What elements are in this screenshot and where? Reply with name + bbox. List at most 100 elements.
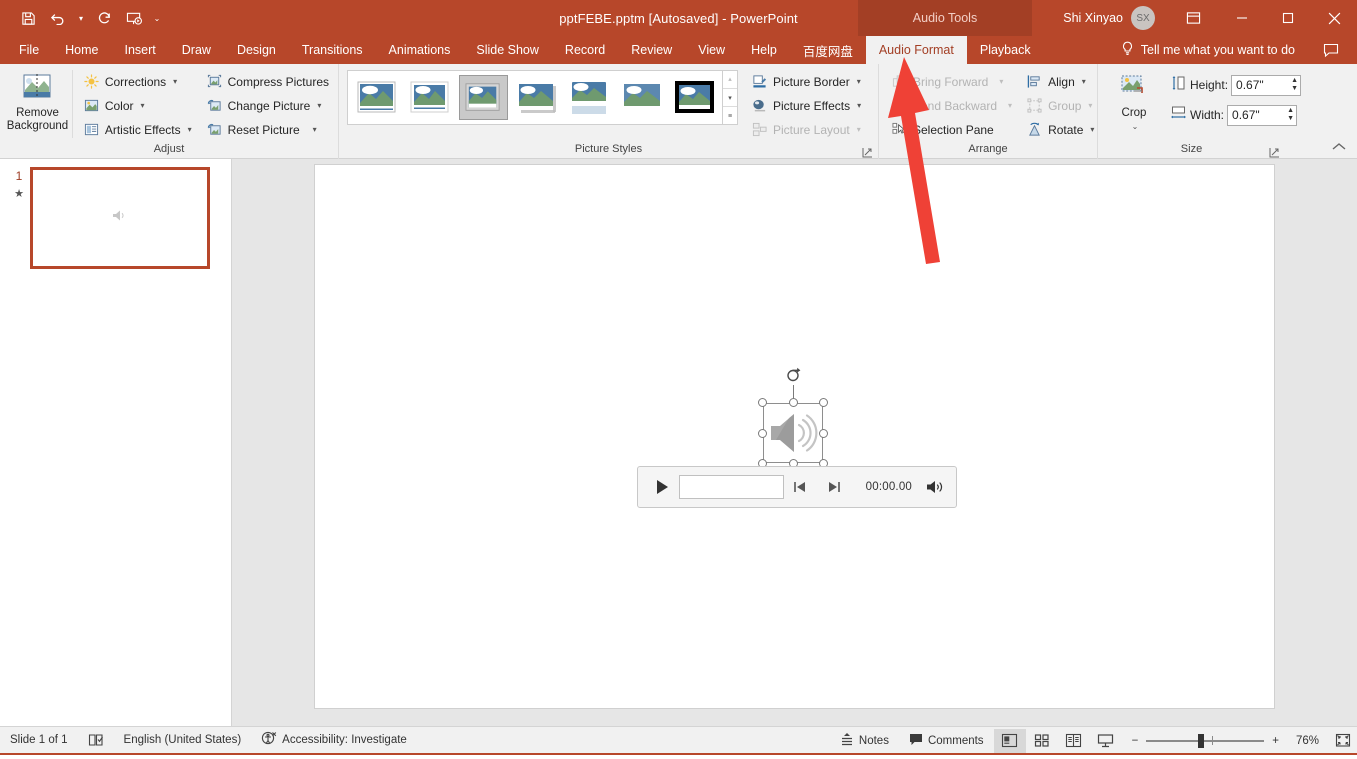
tab-file[interactable]: File [6, 36, 52, 64]
tab-animations[interactable]: Animations [376, 36, 464, 64]
resize-handle-nw[interactable] [758, 398, 767, 407]
crop-button[interactable]: Crop ⌄ [1108, 68, 1160, 133]
tab-home[interactable]: Home [52, 36, 111, 64]
resize-handle-w[interactable] [758, 428, 767, 438]
size-dialog-launcher[interactable] [1269, 145, 1281, 158]
resize-handle-e[interactable] [819, 428, 828, 438]
artistic-effects-button[interactable]: Artistic Effects ▾ [79, 118, 196, 141]
chevron-down-icon[interactable]: ▾ [1082, 77, 1086, 86]
picture-style-thumb[interactable] [618, 75, 667, 120]
picture-border-button[interactable]: Picture Border ▾ [747, 70, 865, 93]
audio-object[interactable] [758, 367, 828, 468]
collapse-ribbon-icon[interactable] [1331, 141, 1347, 155]
accessibility-status[interactable]: Accessibility: Investigate [251, 727, 417, 754]
chevron-down-icon[interactable]: ⌄ [1132, 120, 1139, 133]
chevron-down-icon[interactable]: ▾ [313, 125, 317, 134]
customize-qat-icon[interactable]: ⌄ [150, 5, 164, 31]
picture-style-thumb[interactable] [512, 75, 561, 120]
spell-check-icon[interactable] [78, 727, 114, 754]
move-forward-button[interactable] [817, 481, 850, 493]
picture-style-thumb[interactable] [459, 75, 508, 120]
normal-view-button[interactable] [993, 728, 1026, 753]
align-button[interactable]: Align ▾ [1022, 70, 1098, 93]
volume-button[interactable] [926, 479, 946, 495]
tab-help[interactable]: Help [738, 36, 790, 64]
height-input[interactable]: 0.67" ▲ ▼ [1231, 74, 1302, 96]
gallery-more-icon[interactable]: ≡ [723, 107, 737, 125]
move-back-button[interactable] [784, 481, 817, 493]
tab-baidu-netdisk[interactable]: 百度网盘 [790, 36, 866, 64]
undo-dropdown-icon[interactable]: ▾ [74, 5, 88, 31]
zoom-out-button[interactable]: − [1132, 735, 1139, 747]
slide-status[interactable]: Slide 1 of 1 [0, 727, 78, 754]
tab-review[interactable]: Review [618, 36, 685, 64]
tab-record[interactable]: Record [552, 36, 618, 64]
color-button[interactable]: Color ▾ [79, 94, 196, 117]
notes-button[interactable]: Notes [830, 727, 899, 754]
chevron-down-icon[interactable]: ▾ [857, 77, 861, 86]
zoom-control[interactable]: − + 76% [1122, 733, 1329, 748]
maximize-button[interactable] [1265, 0, 1311, 36]
resize-handle-n[interactable] [788, 398, 798, 407]
rotate-handle-icon[interactable] [785, 367, 803, 385]
gallery-scroll-up-icon[interactable]: ▴ [723, 70, 737, 89]
picture-effects-button[interactable]: Picture Effects ▾ [747, 94, 865, 117]
tab-design[interactable]: Design [224, 36, 289, 64]
picture-style-thumb[interactable] [406, 75, 455, 120]
change-picture-button[interactable]: Change Picture ▾ [202, 94, 333, 117]
height-stepper[interactable]: ▲ ▼ [1291, 76, 1298, 95]
reset-picture-button[interactable]: Reset Picture ▾ [202, 118, 333, 141]
slide-thumbnail[interactable] [30, 167, 210, 269]
tab-insert[interactable]: Insert [112, 36, 169, 64]
chevron-down-icon[interactable]: ▾ [188, 125, 192, 134]
picture-styles-dialog-launcher[interactable] [862, 145, 874, 158]
undo-icon[interactable] [44, 5, 72, 31]
slide-editing-surface[interactable]: 00:00.00 [314, 164, 1275, 709]
corrections-button[interactable]: Corrections ▾ [79, 70, 196, 93]
tab-transitions[interactable]: Transitions [289, 36, 376, 64]
zoom-percent[interactable]: 76% [1287, 735, 1319, 747]
zoom-in-button[interactable]: + [1272, 735, 1279, 747]
tab-view[interactable]: View [685, 36, 738, 64]
chevron-down-icon[interactable]: ▾ [857, 101, 861, 110]
width-input[interactable]: 0.67" ▲ ▼ [1227, 104, 1298, 126]
chevron-down-icon[interactable]: ▾ [173, 77, 177, 86]
zoom-slider-thumb[interactable] [1198, 733, 1205, 748]
minimize-button[interactable] [1219, 0, 1265, 36]
avatar[interactable]: SX [1131, 6, 1155, 30]
ribbon-display-options-icon[interactable] [1173, 0, 1213, 36]
tab-slide-show[interactable]: Slide Show [463, 36, 552, 64]
slide-sorter-view-button[interactable] [1026, 729, 1058, 753]
redo-icon[interactable] [90, 5, 118, 31]
resize-handle-ne[interactable] [819, 398, 828, 407]
feedback-icon[interactable] [1323, 36, 1339, 64]
slide-show-view-button[interactable] [1090, 729, 1122, 753]
gallery-scroll-down-icon[interactable]: ▾ [723, 89, 737, 108]
chevron-down-icon[interactable]: ▾ [141, 101, 145, 110]
close-button[interactable] [1311, 0, 1357, 36]
picture-style-thumb[interactable] [565, 75, 614, 120]
picture-styles-gallery[interactable]: ▴ ▾ ≡ [347, 70, 738, 125]
chevron-down-icon[interactable]: ▾ [1090, 125, 1094, 134]
width-stepper[interactable]: ▲ ▼ [1287, 106, 1294, 125]
picture-style-thumb-selected[interactable] [671, 75, 720, 120]
reading-view-button[interactable] [1058, 729, 1090, 753]
gallery-scroll-controls[interactable]: ▴ ▾ ≡ [722, 70, 737, 125]
comments-button[interactable]: Comments [899, 727, 994, 754]
start-from-beginning-icon[interactable] [120, 5, 148, 31]
tell-me-search[interactable]: Tell me what you want to do [1121, 36, 1295, 64]
audio-playback-control[interactable]: 00:00.00 [637, 466, 957, 508]
animation-indicator-icon[interactable]: ★ [14, 187, 24, 200]
zoom-slider[interactable] [1146, 733, 1265, 748]
playback-progress-bar[interactable] [678, 475, 785, 499]
rotate-button[interactable]: Rotate ▾ [1022, 118, 1098, 141]
fit-slide-to-window-button[interactable] [1329, 733, 1357, 748]
save-icon[interactable] [14, 5, 42, 31]
tab-draw[interactable]: Draw [169, 36, 224, 64]
selection-pane-button[interactable]: Selection Pane [887, 118, 1016, 141]
play-button[interactable] [648, 479, 677, 495]
remove-background-button[interactable]: Remove Background [5, 68, 70, 133]
language-status[interactable]: English (United States) [114, 727, 252, 754]
slide-thumbnail-pane[interactable]: 1 ★ [0, 159, 232, 726]
thumbnail-slide-1[interactable]: 1 ★ [0, 167, 231, 269]
